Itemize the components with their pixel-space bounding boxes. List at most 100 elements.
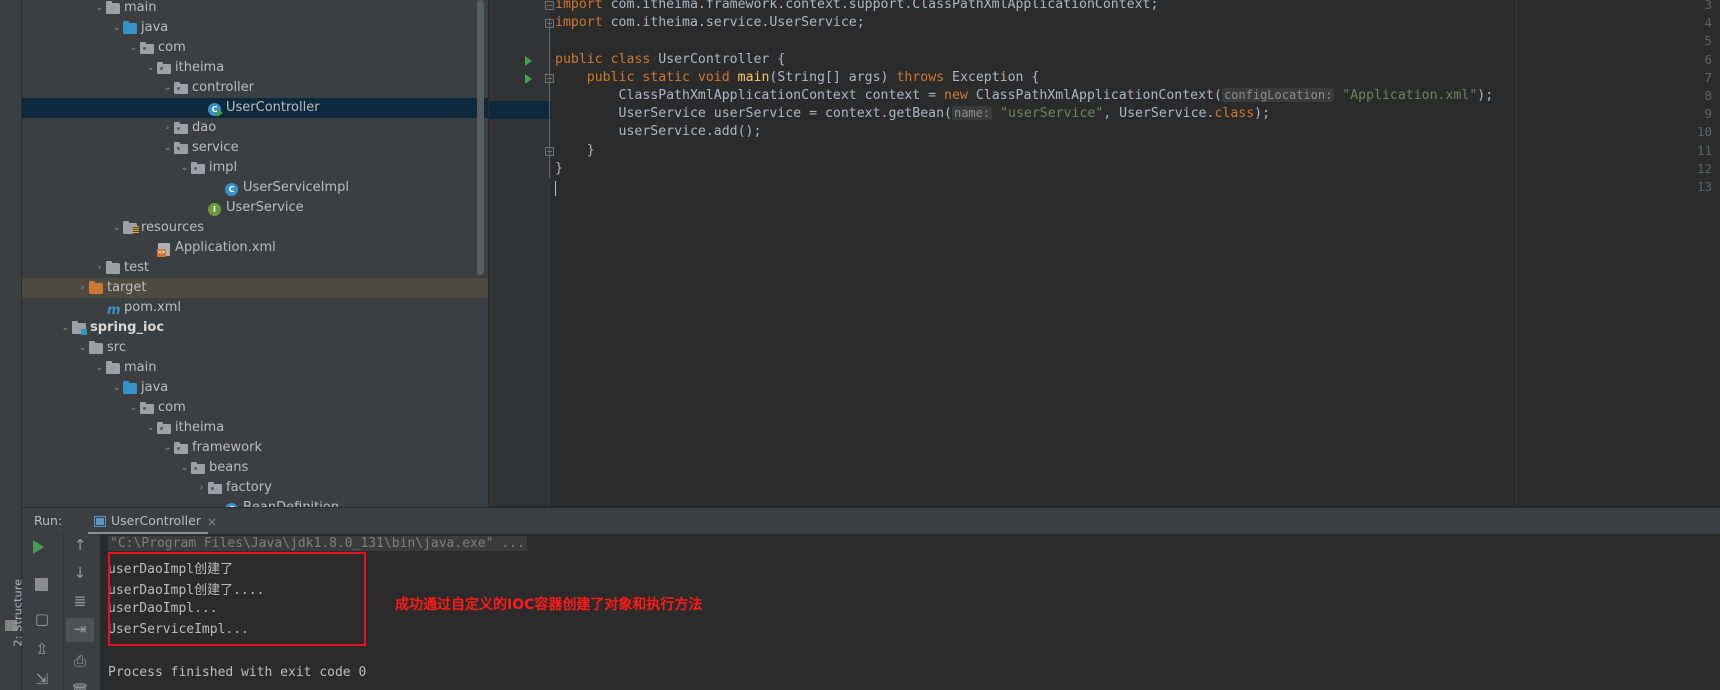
run-tab-usercontroller[interactable]: UserController ×: [88, 510, 223, 534]
structure-grid-icon[interactable]: [5, 620, 17, 631]
tree-item-label: target: [107, 280, 147, 295]
twisty-down-icon[interactable]: ⌄: [111, 18, 122, 38]
twisty-down-icon[interactable]: ⌄: [111, 218, 122, 238]
gutter-line-number: 5: [1704, 33, 1712, 49]
twisty-down-icon[interactable]: ⌄: [145, 58, 156, 78]
code-line[interactable]: }: [555, 161, 563, 176]
rerun-failed-icon[interactable]: ⇫: [32, 640, 52, 658]
tree-item-itheima[interactable]: ⌄ itheima: [22, 58, 488, 78]
code-line[interactable]: public class UserController {: [555, 52, 785, 67]
tree-item-application-xml[interactable]: Application.xml: [22, 238, 488, 258]
code-editor[interactable]: 3 − import com.itheima.framework.context.s…: [489, 0, 1720, 507]
tree-item-label: java: [141, 20, 169, 35]
soft-wrap-icon[interactable]: ≣: [70, 592, 90, 610]
tree-item-test[interactable]: › test: [22, 258, 488, 278]
twisty-right-icon[interactable]: ›: [77, 278, 88, 298]
tree-item-java[interactable]: ⌄ java: [22, 378, 488, 398]
tree-item-label: resources: [141, 220, 205, 235]
tree-item-userservice[interactable]: I UserService: [22, 198, 488, 218]
tree-item-framework[interactable]: ⌄ framework: [22, 438, 488, 458]
package-icon: [156, 421, 172, 435]
twisty-down-icon[interactable]: ⌄: [128, 38, 139, 58]
code-line[interactable]: public static void main(String[] args) t…: [555, 70, 1040, 85]
tree-item-controller[interactable]: ⌄ controller: [22, 78, 488, 98]
tree-item-spring-ioc[interactable]: ⌄ spring_ioc: [22, 318, 488, 338]
tree-item-resources[interactable]: ⌄ resources: [22, 218, 488, 238]
twisty-down-icon[interactable]: ⌄: [94, 358, 105, 378]
run-gutter-icon[interactable]: [525, 55, 532, 66]
trash-icon[interactable]: 🗑: [70, 682, 90, 690]
run-gutter-icon[interactable]: [525, 73, 532, 84]
tree-item-com[interactable]: ⌄ com: [22, 38, 488, 58]
tree-item-usercontroller[interactable]: C UserController: [22, 98, 488, 118]
twisty-down-icon[interactable]: ⌄: [145, 418, 156, 438]
code-line[interactable]: }: [555, 143, 595, 158]
stop-icon[interactable]: [35, 578, 48, 591]
idea-window: 2: Structure ⌄ main ⌄ java ⌄ com ⌄ itheima ⌄ cont…: [0, 0, 1720, 690]
twisty-right-icon[interactable]: ›: [94, 258, 105, 278]
code-line[interactable]: import com.itheima.framework.context.sup…: [555, 0, 1158, 12]
camera-icon[interactable]: ▢: [32, 610, 52, 628]
run-tool-window: Run: UserController × ▢ ⇫ ⇲ ↑ ↓ ≣ ⇥ ⎙ 🗑 "…: [22, 507, 1720, 690]
tree-item-beans[interactable]: ⌄ beans: [22, 458, 488, 478]
package-icon: [190, 161, 206, 175]
tree-item-itheima[interactable]: ⌄ itheima: [22, 418, 488, 438]
tree-item-label: main: [124, 360, 157, 375]
tree-item-service[interactable]: ⌄ service: [22, 138, 488, 158]
twisty-down-icon[interactable]: ⌄: [60, 318, 71, 338]
run-icon[interactable]: [33, 540, 44, 554]
tree-item-com[interactable]: ⌄ com: [22, 398, 488, 418]
tree-item-label: UserService: [226, 200, 304, 215]
project-tree-panel[interactable]: ⌄ main ⌄ java ⌄ com ⌄ itheima ⌄ controller C UserCo…: [22, 0, 489, 507]
code-line[interactable]: import com.itheima.service.UserService;: [555, 15, 865, 30]
editor-gutter[interactable]: [489, 0, 551, 507]
scroll-up-icon[interactable]: ↑: [70, 536, 90, 554]
tree-item-target[interactable]: › target: [22, 278, 488, 298]
code-line[interactable]: userService.add();: [555, 124, 762, 139]
twisty-down-icon[interactable]: ⌄: [111, 378, 122, 398]
tree-item-factory[interactable]: › factory: [22, 478, 488, 498]
package-icon: [139, 41, 155, 55]
tree-item-dao[interactable]: › dao: [22, 118, 488, 138]
tree-item-userserviceimpl[interactable]: C UserServiceImpl: [22, 178, 488, 198]
scroll-to-end-icon[interactable]: ⇥: [70, 620, 90, 638]
tree-item-pom-xml[interactable]: m pom.xml: [22, 298, 488, 318]
package-icon: [190, 461, 206, 475]
tree-item-label: dao: [192, 120, 217, 135]
module-folder-icon: [71, 321, 87, 335]
twisty-down-icon[interactable]: ⌄: [128, 398, 139, 418]
console-output[interactable]: "C:\Program Files\Java\jdk1.8.0_131\bin\…: [100, 534, 1720, 690]
tree-item-main[interactable]: ⌄ main: [22, 0, 488, 18]
twisty-down-icon[interactable]: ⌄: [179, 158, 190, 178]
package-icon: [173, 81, 189, 95]
twisty-right-icon[interactable]: ›: [196, 478, 207, 498]
tree-item-label: service: [192, 140, 239, 155]
gutter-line-number: 9: [1704, 106, 1712, 122]
tree-item-label: impl: [209, 160, 238, 175]
code-line[interactable]: ClassPathXmlApplicationContext context =…: [555, 88, 1493, 103]
console-line: userDaoImpl创建了....: [108, 583, 265, 598]
close-icon[interactable]: ×: [207, 511, 217, 533]
twisty-down-icon[interactable]: ⌄: [162, 78, 173, 98]
code-line[interactable]: UserService userService = context.getBea…: [555, 106, 1270, 121]
twisty-down-icon[interactable]: ⌄: [179, 458, 190, 478]
tree-item-label: itheima: [175, 420, 225, 435]
tree-item-label: itheima: [175, 60, 225, 75]
tree-item-java[interactable]: ⌄ java: [22, 18, 488, 38]
tree-item-beandefinition[interactable]: CBeanDefinition: [22, 498, 488, 507]
twisty-down-icon[interactable]: ⌄: [162, 138, 173, 158]
tree-item-main[interactable]: ⌄ main: [22, 358, 488, 378]
tree-item-impl[interactable]: ⌄ impl: [22, 158, 488, 178]
print-icon[interactable]: ⎙: [70, 652, 90, 670]
run-toolbar-left: ▢ ⇫ ⇲: [22, 534, 64, 690]
twisty-down-icon[interactable]: ⌄: [162, 438, 173, 458]
project-tree-scrollbar[interactable]: [477, 0, 484, 275]
scroll-down-icon[interactable]: ↓: [70, 564, 90, 582]
run-panel-header: Run: UserController ×: [22, 508, 1720, 534]
twisty-down-icon[interactable]: ⌄: [77, 338, 88, 358]
tree-item-src[interactable]: ⌄ src: [22, 338, 488, 358]
code-fold-end-icon[interactable]: −: [545, 1, 554, 10]
export-icon[interactable]: ⇲: [32, 670, 52, 688]
twisty-right-icon[interactable]: ›: [162, 118, 173, 138]
twisty-down-icon[interactable]: ⌄: [94, 0, 105, 18]
